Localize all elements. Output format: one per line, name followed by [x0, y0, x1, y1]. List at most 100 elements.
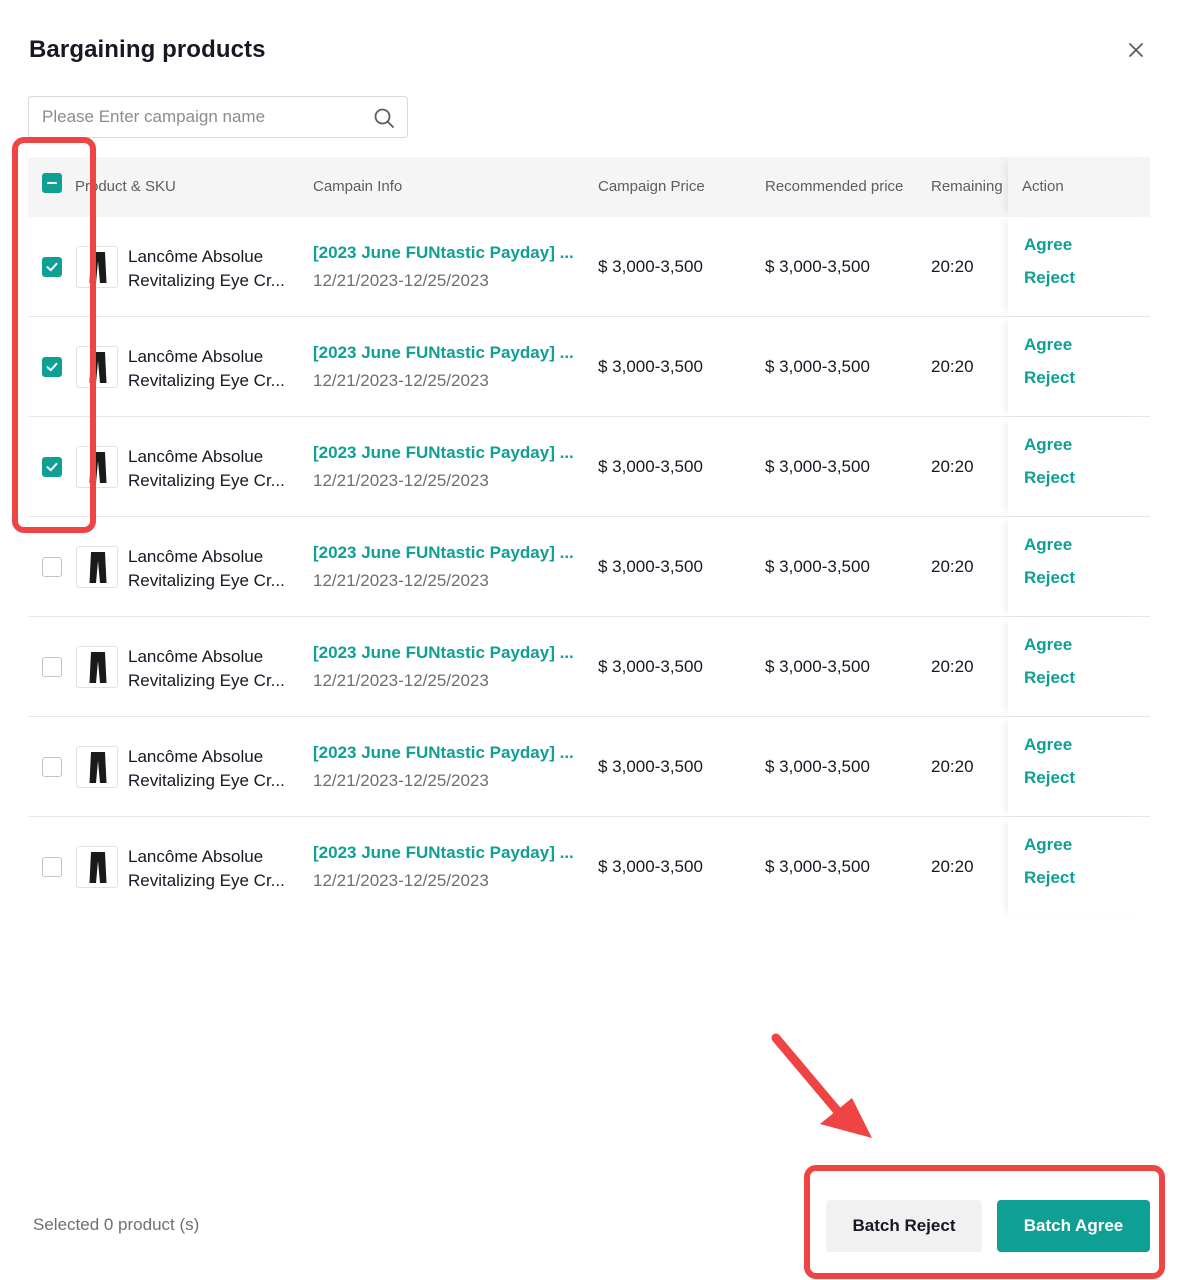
product-name: Lancôme Absolue Revitalizing Eye Cr... — [128, 245, 298, 293]
campaign-info: [2023 June FUNtastic Payday] ... 12/21/20… — [313, 541, 583, 593]
remaining-time: 20:20 — [931, 857, 974, 876]
red-arrow-annotation — [771, 1033, 872, 1138]
header-recommended-price: Recommended price — [765, 178, 904, 195]
agree-button[interactable]: Agree — [1024, 835, 1072, 855]
campaign-name-link[interactable]: [2023 June FUNtastic Payday] ... — [313, 841, 583, 865]
campaign-price: $ 3,000-3,500 — [598, 357, 703, 376]
campaign-name-link[interactable]: [2023 June FUNtastic Payday] ... — [313, 641, 583, 665]
reject-button[interactable]: Reject — [1024, 568, 1075, 588]
agree-button[interactable]: Agree — [1024, 635, 1072, 655]
reject-button[interactable]: Reject — [1024, 468, 1075, 488]
action-cell: Agree Reject — [1008, 417, 1150, 516]
campaign-price: $ 3,000-3,500 — [598, 257, 703, 276]
row-checkbox[interactable] — [42, 657, 62, 677]
recommended-price: $ 3,000-3,500 — [765, 657, 870, 676]
table-header: Product & SKU Campain Info Campaign Pric… — [28, 157, 1150, 217]
product-name-line2: Revitalizing Eye Cr... — [128, 671, 285, 690]
campaign-info: [2023 June FUNtastic Payday] ... 12/21/20… — [313, 341, 583, 393]
agree-button[interactable]: Agree — [1024, 735, 1072, 755]
product-name-line1: Lancôme Absolue — [128, 447, 264, 466]
campaign-date: 12/21/2023-12/25/2023 — [313, 371, 489, 390]
action-cell: Agree Reject — [1008, 317, 1150, 416]
campaign-name-link[interactable]: [2023 June FUNtastic Payday] ... — [313, 441, 583, 465]
agree-button[interactable]: Agree — [1024, 535, 1072, 555]
reject-button[interactable]: Reject — [1024, 868, 1075, 888]
row-checkbox[interactable] — [42, 357, 62, 377]
remaining-time: 20:20 — [931, 657, 974, 676]
product-name-line1: Lancôme Absolue — [128, 847, 264, 866]
products-table: Product & SKU Campain Info Campaign Pric… — [28, 157, 1150, 917]
header-action-col: Action — [1008, 157, 1150, 217]
campaign-info: [2023 June FUNtastic Payday] ... 12/21/20… — [313, 641, 583, 693]
recommended-price: $ 3,000-3,500 — [765, 457, 870, 476]
product-name-line2: Revitalizing Eye Cr... — [128, 471, 285, 490]
campaign-name-link[interactable]: [2023 June FUNtastic Payday] ... — [313, 741, 583, 765]
action-cell: Agree Reject — [1008, 817, 1150, 917]
remaining-time: 20:20 — [931, 357, 974, 376]
campaign-name-link[interactable]: [2023 June FUNtastic Payday] ... — [313, 341, 583, 365]
header-action: Action — [1022, 178, 1064, 195]
row-checkbox[interactable] — [42, 457, 62, 477]
remaining-time: 20:20 — [931, 757, 974, 776]
agree-button[interactable]: Agree — [1024, 335, 1072, 355]
selected-count: Selected 0 product (s) — [33, 1215, 200, 1234]
campaign-name-link[interactable]: [2023 June FUNtastic Payday] ... — [313, 541, 583, 565]
table-row: Lancôme Absolue Revitalizing Eye Cr... [20… — [28, 217, 1150, 317]
recommended-price: $ 3,000-3,500 — [765, 857, 870, 876]
bargaining-products-modal: Bargaining products Product & SKU Campai… — [0, 0, 1177, 1280]
product-name-line1: Lancôme Absolue — [128, 347, 264, 366]
product-name-line1: Lancôme Absolue — [128, 747, 264, 766]
campaign-name-link[interactable]: [2023 June FUNtastic Payday] ... — [313, 241, 583, 265]
product-name: Lancôme Absolue Revitalizing Eye Cr... — [128, 345, 298, 393]
campaign-info: [2023 June FUNtastic Payday] ... 12/21/20… — [313, 441, 583, 493]
action-cell: Agree Reject — [1008, 517, 1150, 616]
batch-reject-button[interactable]: Batch Reject — [826, 1200, 982, 1252]
reject-button[interactable]: Reject — [1024, 668, 1075, 688]
recommended-price: $ 3,000-3,500 — [765, 757, 870, 776]
product-thumbnail — [76, 246, 118, 288]
reject-button[interactable]: Reject — [1024, 768, 1075, 788]
reject-button[interactable]: Reject — [1024, 268, 1075, 288]
row-checkbox[interactable] — [42, 857, 62, 877]
action-cell: Agree Reject — [1008, 617, 1150, 716]
row-checkbox[interactable] — [42, 557, 62, 577]
product-name-line1: Lancôme Absolue — [128, 547, 264, 566]
table-row: Lancôme Absolue Revitalizing Eye Cr... [20… — [28, 417, 1150, 517]
header-remaining-time: Remaining time — [931, 178, 1007, 195]
recommended-price: $ 3,000-3,500 — [765, 357, 870, 376]
product-name-line2: Revitalizing Eye Cr... — [128, 571, 285, 590]
header-product: Product & SKU — [75, 178, 176, 195]
search-input[interactable] — [29, 97, 359, 137]
campaign-info: [2023 June FUNtastic Payday] ... 12/21/20… — [313, 741, 583, 793]
remaining-time: 20:20 — [931, 457, 974, 476]
product-thumbnail — [76, 546, 118, 588]
table-row: Lancôme Absolue Revitalizing Eye Cr... [20… — [28, 517, 1150, 617]
product-name: Lancôme Absolue Revitalizing Eye Cr... — [128, 645, 298, 693]
row-checkbox[interactable] — [42, 757, 62, 777]
remaining-time: 20:20 — [931, 557, 974, 576]
select-all-checkbox[interactable] — [42, 173, 62, 193]
action-cell: Agree Reject — [1008, 217, 1150, 316]
product-thumbnail — [76, 646, 118, 688]
close-icon[interactable] — [1124, 38, 1148, 62]
campaign-date: 12/21/2023-12/25/2023 — [313, 871, 489, 890]
product-name-line2: Revitalizing Eye Cr... — [128, 871, 285, 890]
reject-button[interactable]: Reject — [1024, 368, 1075, 388]
batch-agree-button[interactable]: Batch Agree — [997, 1200, 1150, 1252]
row-checkbox[interactable] — [42, 257, 62, 277]
agree-button[interactable]: Agree — [1024, 235, 1072, 255]
header-campaign-price: Campaign Price — [598, 178, 705, 195]
table-row: Lancôme Absolue Revitalizing Eye Cr... [20… — [28, 717, 1150, 817]
product-name-line2: Revitalizing Eye Cr... — [128, 771, 285, 790]
recommended-price: $ 3,000-3,500 — [765, 557, 870, 576]
action-cell: Agree Reject — [1008, 717, 1150, 816]
agree-button[interactable]: Agree — [1024, 435, 1072, 455]
campaign-price: $ 3,000-3,500 — [598, 557, 703, 576]
campaign-info: [2023 June FUNtastic Payday] ... 12/21/20… — [313, 841, 583, 893]
campaign-price: $ 3,000-3,500 — [598, 657, 703, 676]
product-thumbnail — [76, 846, 118, 888]
campaign-price: $ 3,000-3,500 — [598, 757, 703, 776]
product-name-line2: Revitalizing Eye Cr... — [128, 271, 285, 290]
campaign-date: 12/21/2023-12/25/2023 — [313, 771, 489, 790]
search-icon[interactable] — [373, 107, 395, 129]
